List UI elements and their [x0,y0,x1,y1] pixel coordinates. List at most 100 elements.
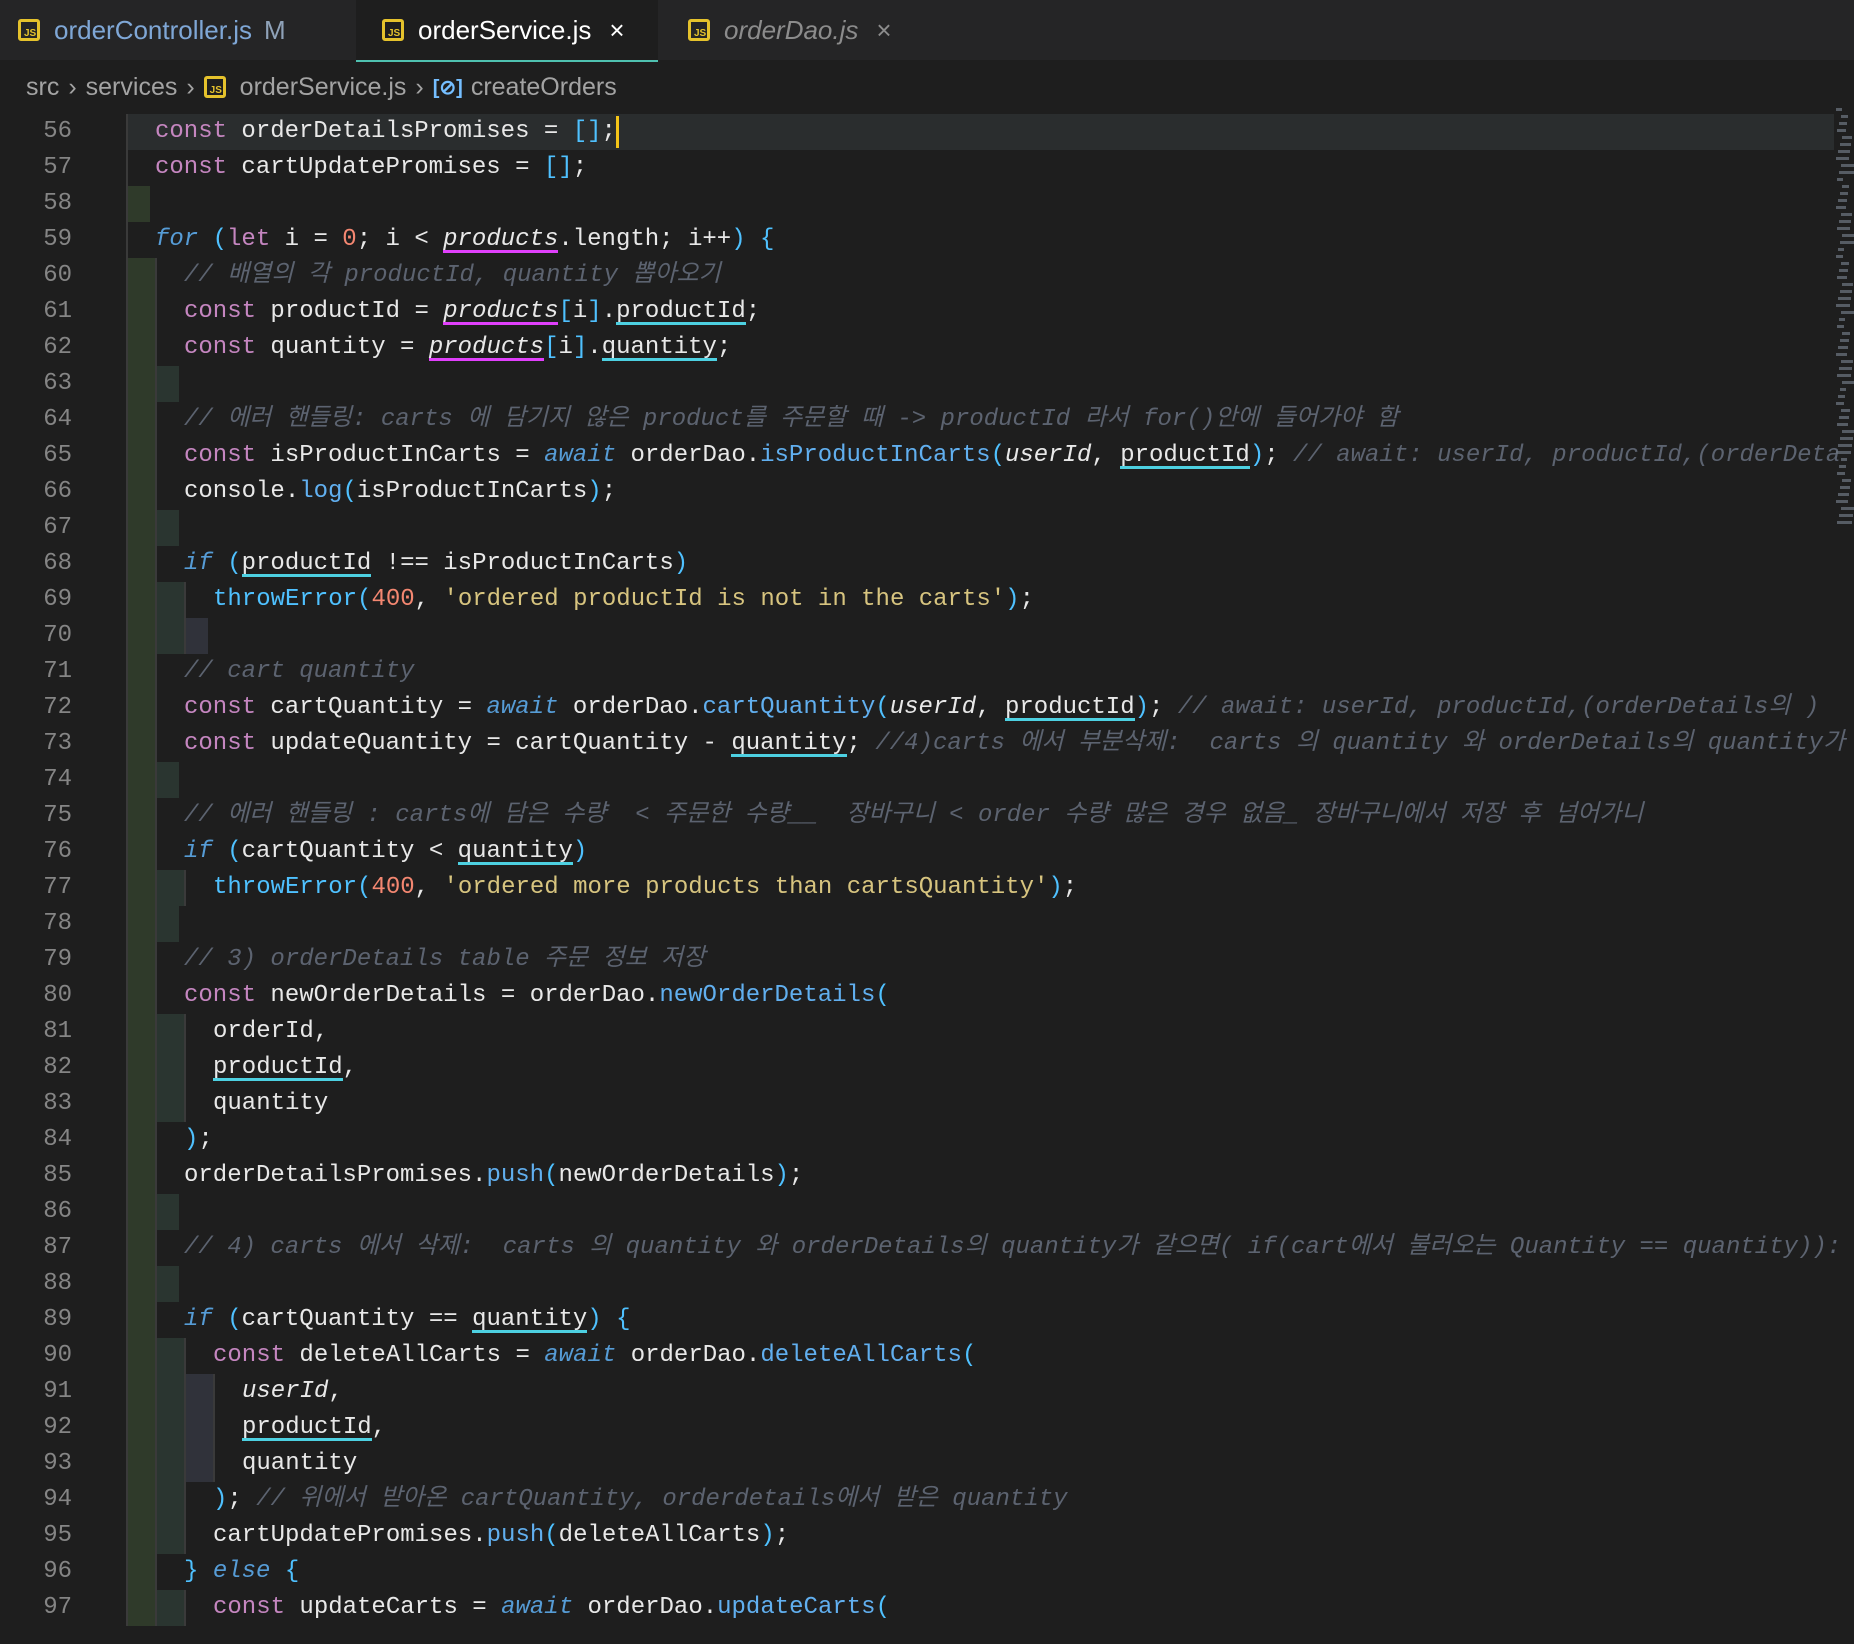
code-line[interactable]: 57 const cartUpdatePromises = []; [0,150,1830,186]
code-text[interactable]: // 에러 핸들링 : carts에 담은 수량 < 주문한 수량__ 장바구니… [184,800,1643,832]
code-text[interactable]: productId, [242,1412,386,1444]
code-line[interactable]: 71 // cart quantity [0,654,1830,690]
code-line[interactable]: 81 orderId, [0,1014,1830,1050]
code-text[interactable]: } else { [184,1556,299,1588]
minimap-line [1839,465,1846,468]
code-text[interactable]: if (cartQuantity == quantity) { [184,1304,631,1336]
code-line[interactable]: 66 console.log(isProductInCarts); [0,474,1830,510]
code-text[interactable]: const newOrderDetails = orderDao.newOrde… [184,980,890,1012]
code-text[interactable]: // 3) orderDetails table 주문 정보 저장 [184,944,705,976]
code-line[interactable]: 69 throwError(400, 'ordered productId is … [0,582,1830,618]
code-line[interactable]: 80 const newOrderDetails = orderDao.newOr… [0,978,1830,1014]
code-text[interactable]: // 배열의 각 productId, quantity 뽑아오기 [184,260,721,292]
code-text[interactable]: if (cartQuantity < quantity) [184,836,587,868]
code-line[interactable]: 76 if (cartQuantity < quantity) [0,834,1830,870]
indent-guide [126,294,156,330]
code-text[interactable]: throwError(400, 'ordered productId is no… [213,584,1034,616]
code-text[interactable]: const quantity = products[i].quantity; [184,332,731,364]
code-line[interactable]: 62 const quantity = products[i].quantity; [0,330,1830,366]
code-text[interactable]: // 에러 핸들링: carts 에 담기지 않은 product를 주문할 때… [184,404,1399,436]
code-line[interactable]: 87 // 4) carts 에서 삭제: carts 의 quantity 와 … [0,1230,1841,1266]
code-text[interactable]: ); // 위에서 받아온 cartQuantity, orderdetails… [213,1484,1068,1516]
code-text[interactable]: for (let i = 0; i < products.length; i++… [155,224,774,256]
code-line[interactable]: 97 const updateCarts = await orderDao.upd… [0,1590,1830,1626]
code-text[interactable]: if (productId !== isProductInCarts) [184,548,688,580]
code-line[interactable]: 75 // 에러 핸들링 : carts에 담은 수량 < 주문한 수량__ 장바… [0,798,1830,834]
code-line[interactable]: 92 productId, [0,1410,1830,1446]
code-text[interactable]: ); [184,1124,213,1156]
code-line[interactable]: 93 quantity [0,1446,1830,1482]
code-text[interactable]: const updateCarts = await orderDao.updat… [213,1592,890,1624]
tab-order-controller[interactable]: orderController.js M [18,0,286,60]
code-line[interactable]: 82 productId, [0,1050,1830,1086]
code-text[interactable]: const orderDetailsPromises = []; [155,116,619,148]
code-text[interactable]: // cart quantity [184,656,414,688]
indent-guide [184,1338,186,1374]
breadcrumb-item-symbol[interactable]: createOrders [471,73,617,102]
code-text[interactable]: const cartQuantity = await orderDao.cart… [184,692,1819,724]
code-line[interactable]: 70 [0,618,1830,654]
code-line[interactable]: 64 // 에러 핸들링: carts 에 담기지 않은 product를 주문할… [0,402,1830,438]
code-text[interactable]: const cartUpdatePromises = []; [155,152,587,184]
close-icon[interactable]: × [609,15,624,46]
code-line[interactable]: 59 for (let i = 0; i < products.length; i… [0,222,1830,258]
code-line[interactable]: 73 const updateQuantity = cartQuantity - … [0,726,1845,762]
code-text[interactable]: orderId, [213,1016,328,1048]
code-text[interactable]: const updateQuantity = cartQuantity - qu… [184,728,1845,760]
code-text[interactable]: quantity [213,1088,328,1120]
code-text[interactable]: productId, [213,1052,357,1084]
breadcrumb: src › services › orderService.js › [⊘] c… [26,62,617,112]
code-line[interactable]: 90 const deleteAllCarts = await orderDao.… [0,1338,1830,1374]
code-text[interactable]: const deleteAllCarts = await orderDao.de… [213,1340,976,1372]
code-line[interactable]: 72 const cartQuantity = await orderDao.ca… [0,690,1830,726]
minimap-line [1841,311,1854,314]
tab-order-service[interactable]: orderService.js × [356,0,658,60]
code-line[interactable]: 56 const orderDetailsPromises = []; [0,114,1830,150]
minimap-line [1836,451,1851,454]
code-line[interactable]: 63 [0,366,1830,402]
line-number: 83 [43,1090,72,1117]
code-line[interactable]: 61 const productId = products[i].productI… [0,294,1830,330]
code-text[interactable]: userId, [242,1376,343,1408]
code-line[interactable]: 74 [0,762,1830,798]
code-line[interactable]: 79 // 3) orderDetails table 주문 정보 저장 [0,942,1830,978]
code-line[interactable]: 89 if (cartQuantity == quantity) { [0,1302,1830,1338]
code-editor[interactable]: 56 const orderDetailsPromises = []; 57 cons… [0,112,1854,1644]
code-text[interactable]: console.log(isProductInCarts); [184,476,616,508]
code-line[interactable]: 60 // 배열의 각 productId, quantity 뽑아오기 [0,258,1830,294]
code-text[interactable]: const productId = products[i].productId; [184,296,760,328]
minimap[interactable] [1836,108,1854,548]
breadcrumb-item-services[interactable]: services [86,73,178,102]
code-text[interactable]: // 4) carts 에서 삭제: carts 의 quantity 와 or… [184,1232,1841,1264]
code-text[interactable]: throwError(400, 'ordered more products t… [213,872,1077,904]
code-line[interactable]: 86 [0,1194,1830,1230]
code-line[interactable]: 78 [0,906,1830,942]
line-number: 75 [43,802,72,829]
breadcrumb-item-file[interactable]: orderService.js [240,73,407,102]
close-icon[interactable]: × [876,15,891,46]
code-line[interactable]: 65 const isProductInCarts = await orderDa… [0,438,1840,474]
code-line[interactable]: 96} else { [0,1554,1830,1590]
tab-order-dao[interactable]: orderDao.js × [688,0,892,60]
line-number: 58 [43,190,72,217]
code-text[interactable]: quantity [242,1448,357,1480]
code-line[interactable]: 91 userId, [0,1374,1830,1410]
code-line[interactable]: 84); [0,1122,1830,1158]
indent-guide [184,870,186,906]
code-line[interactable]: 95 cartUpdatePromises.push(deleteAllCarts… [0,1518,1830,1554]
code-line[interactable]: 94); // 위에서 받아온 cartQuantity, orderdetai… [0,1482,1830,1518]
breadcrumb-item-src[interactable]: src [26,73,59,102]
code-text[interactable]: const isProductInCarts = await orderDao.… [184,440,1840,472]
code-line[interactable]: 77 throwError(400, 'ordered more products… [0,870,1830,906]
minimap-line [1837,472,1845,475]
line-number: 86 [43,1198,72,1225]
code-line[interactable]: 67 [0,510,1830,546]
code-line[interactable]: 83 quantity [0,1086,1830,1122]
code-text[interactable]: cartUpdatePromises.push(deleteAllCarts); [213,1520,789,1552]
code-line[interactable]: 88 [0,1266,1830,1302]
code-line[interactable]: 58 [0,186,1830,222]
minimap-line [1842,234,1854,237]
code-line[interactable]: 85 orderDetailsPromises.push(newOrderDeta… [0,1158,1830,1194]
code-text[interactable]: orderDetailsPromises.push(newOrderDetail… [184,1160,803,1192]
code-line[interactable]: 68 if (productId !== isProductInCarts) [0,546,1830,582]
